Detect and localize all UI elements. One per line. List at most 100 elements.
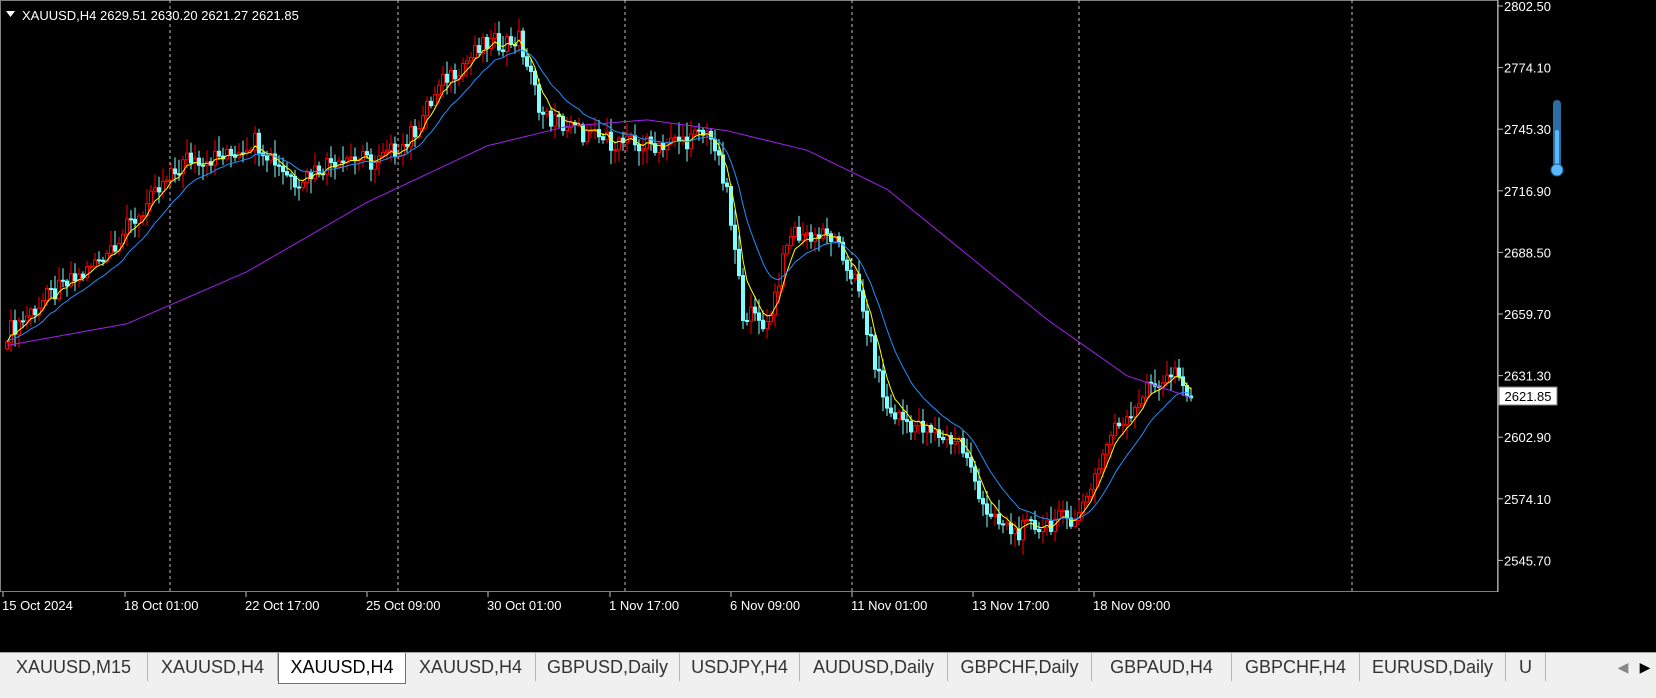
candle-body bbox=[805, 232, 809, 236]
candle-body bbox=[225, 148, 229, 160]
candle-body bbox=[113, 245, 117, 252]
zoom-slider[interactable] bbox=[1550, 100, 1564, 177]
candle-body bbox=[629, 135, 633, 138]
candle-body bbox=[941, 436, 945, 441]
candle-body bbox=[913, 425, 917, 433]
candle-body bbox=[337, 160, 341, 168]
candle-body bbox=[865, 310, 869, 336]
candle-body bbox=[425, 100, 429, 117]
candle-body bbox=[909, 420, 913, 433]
candle-body bbox=[485, 37, 489, 49]
candle-body bbox=[549, 110, 553, 127]
candle-body bbox=[789, 235, 793, 246]
candle-body bbox=[437, 84, 441, 96]
candle-body bbox=[229, 148, 233, 156]
candle-body bbox=[849, 269, 853, 280]
candle-body bbox=[497, 33, 501, 51]
zoom-slider-handle[interactable] bbox=[1550, 163, 1564, 177]
candle-body bbox=[1165, 374, 1169, 384]
candle-body bbox=[305, 171, 309, 183]
candle-body bbox=[57, 279, 61, 300]
chart-tab[interactable]: GBPCHF,Daily bbox=[948, 653, 1092, 681]
candle-body bbox=[1025, 519, 1029, 522]
chart-tab[interactable]: AUDUSD,Daily bbox=[800, 653, 948, 681]
chart-tab[interactable]: GBPUSD,Daily bbox=[536, 653, 680, 681]
candle-body bbox=[449, 69, 453, 83]
candle-body bbox=[885, 396, 889, 409]
candle-body bbox=[1169, 374, 1173, 378]
candle-body bbox=[893, 412, 897, 420]
price-chart[interactable]: 2802.50 2774.10 2745.30 2716.90 2688.50 2659.… bbox=[0, 0, 1656, 652]
price-axis-label: 2659.70 bbox=[1504, 307, 1551, 322]
candle-body bbox=[749, 306, 753, 322]
candle-body bbox=[201, 164, 205, 167]
candle-body bbox=[465, 60, 469, 64]
candle-body bbox=[217, 150, 221, 157]
candle-body bbox=[1009, 522, 1013, 535]
candle-body bbox=[349, 156, 353, 159]
candle-body bbox=[985, 503, 989, 515]
candle-body bbox=[1173, 367, 1177, 378]
candle-body bbox=[745, 319, 749, 322]
time-axis-label: 18 Oct 01:00 bbox=[124, 598, 198, 613]
chart-tab[interactable]: U bbox=[1506, 653, 1546, 681]
candle-body bbox=[777, 285, 781, 293]
candle-body bbox=[601, 136, 605, 141]
chart-tab[interactable]: XAUUSD,H4 bbox=[406, 653, 536, 681]
candle-body bbox=[1093, 473, 1097, 490]
candle-body bbox=[49, 288, 53, 291]
candle-body bbox=[821, 228, 825, 239]
candle-body bbox=[185, 152, 189, 161]
price-axis-label: 2545.70 bbox=[1504, 553, 1551, 568]
candle-body bbox=[265, 155, 269, 161]
candle-body bbox=[289, 174, 293, 177]
candle-body bbox=[553, 114, 557, 127]
candle-body bbox=[965, 452, 969, 459]
candle-body bbox=[341, 160, 345, 164]
candle-body bbox=[329, 158, 333, 163]
candle-body bbox=[565, 127, 569, 132]
candle-body bbox=[493, 33, 497, 39]
candle-body bbox=[285, 171, 289, 176]
price-axis: 2802.50 2774.10 2745.30 2716.90 2688.50 2659.… bbox=[1498, 0, 1551, 568]
tab-scroll-left-icon[interactable]: ◀ bbox=[1618, 659, 1629, 676]
candle-body bbox=[1125, 416, 1129, 425]
candle-body bbox=[861, 290, 865, 312]
candle-body bbox=[257, 132, 261, 154]
candle-body bbox=[969, 457, 973, 468]
candle-body bbox=[641, 148, 645, 152]
chart-tab[interactable]: USDJPY,H4 bbox=[680, 653, 800, 681]
candle-body bbox=[961, 437, 965, 454]
candle-body bbox=[1145, 381, 1149, 398]
candle-body bbox=[733, 224, 737, 250]
candle-body bbox=[125, 218, 129, 235]
price-axis-label: 2574.10 bbox=[1504, 492, 1551, 507]
candle-body bbox=[757, 312, 761, 321]
candle-body bbox=[829, 233, 833, 242]
candle-body bbox=[1109, 434, 1113, 446]
candle-body bbox=[1177, 367, 1181, 378]
candle-body bbox=[1021, 519, 1025, 541]
candle-body bbox=[1061, 510, 1065, 513]
candle-body bbox=[877, 368, 881, 372]
candle-body bbox=[165, 179, 169, 182]
candle-body bbox=[13, 320, 17, 335]
chart-tab[interactable]: EURUSD,Daily bbox=[1360, 653, 1506, 681]
candle-body bbox=[609, 131, 613, 151]
chart-tab[interactable]: XAUUSD,H4 bbox=[278, 653, 406, 684]
candle-body bbox=[1117, 422, 1121, 427]
chart-tab[interactable]: XAUUSD,H4 bbox=[148, 653, 278, 681]
candle-body bbox=[21, 320, 25, 323]
time-axis-label: 11 Nov 01:00 bbox=[851, 598, 927, 613]
candle-body bbox=[881, 370, 885, 398]
candle-body bbox=[25, 315, 29, 322]
candle-body bbox=[45, 288, 49, 301]
candle-body bbox=[473, 45, 477, 59]
chart-tab[interactable]: GBPCHF,H4 bbox=[1232, 653, 1360, 681]
candle-body bbox=[197, 157, 201, 166]
tab-scroll-right-icon[interactable]: ▶ bbox=[1640, 659, 1651, 676]
chart-tab[interactable]: XAUUSD,M15 bbox=[0, 653, 148, 681]
chart-tab[interactable]: GBPAUD,H4 bbox=[1092, 653, 1232, 681]
time-axis-label: 1 Nov 17:00 bbox=[609, 598, 679, 613]
candle-body bbox=[569, 122, 573, 129]
